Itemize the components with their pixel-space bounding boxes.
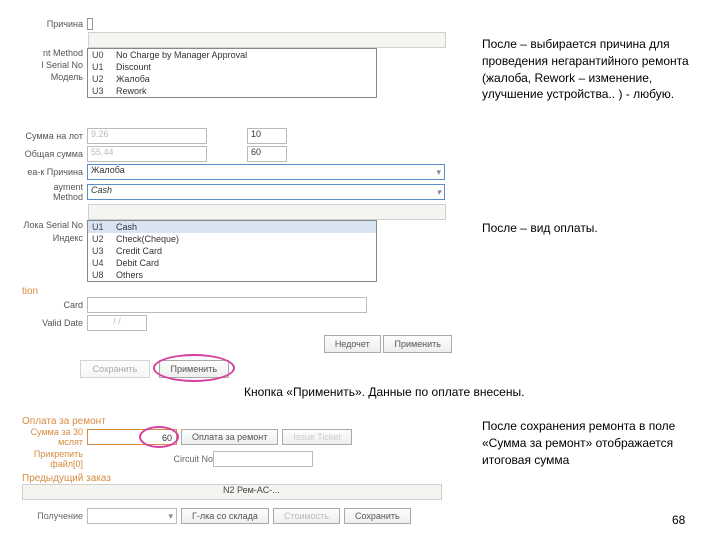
small-box [87, 18, 93, 30]
label-serial: l Serial No [22, 60, 87, 70]
label-circuit: Circuit No [163, 454, 213, 464]
label-card: Card [22, 300, 87, 310]
sum-repair-val: 9.26 [87, 128, 207, 144]
label-engine: Модель [22, 72, 87, 82]
label-sum30: Сумма за 30 мслят [22, 427, 87, 447]
section-prev-order: Предыдущий заказ [22, 473, 462, 484]
header-bar-2 [88, 204, 446, 220]
annotation-sum: После сохранения ремонта в поле «Сумма з… [482, 418, 712, 468]
circuit-input[interactable] [213, 451, 313, 467]
circle-60 [139, 426, 179, 448]
annotation-apply: Кнопка «Применить». Данные по оплате вне… [244, 384, 604, 401]
label-attach: Прикрепить файл[0] [22, 449, 87, 469]
header-bar-3: N2 Рем-AC-... [22, 484, 442, 500]
btn-oplata-remont[interactable]: Оплата за ремонт [181, 429, 278, 445]
reason2-input[interactable]: Жалоба [87, 164, 445, 180]
label-method: nt Method [22, 48, 87, 58]
btn-issue-ticket[interactable]: Issue Ticket [282, 429, 352, 445]
section-oplata: Оплата за ремонт [22, 416, 462, 427]
btn-cost[interactable]: Стоимость [273, 508, 340, 524]
pay-method-input[interactable]: Cash [87, 184, 445, 200]
receive-input[interactable] [87, 508, 177, 524]
label-sum-repair: Сумма на лот [22, 131, 87, 141]
total-sum-val: 55.44 [87, 146, 207, 162]
btn-from-stock[interactable]: Г-лка со склада [181, 508, 269, 524]
card-input[interactable] [87, 297, 367, 313]
btn-save-bottom[interactable]: Сохранить [344, 508, 411, 524]
btn-clear[interactable]: Недочет [324, 335, 381, 353]
label-serial2: Лока Serial No [22, 220, 87, 230]
annotation-reason: После – выбирается причина для проведени… [482, 36, 712, 103]
pay-method-dropdown-list[interactable]: U1Cash U2Check(Cheque) U3Credit Card U4D… [87, 220, 377, 282]
header-bar-1 [88, 32, 446, 48]
section-tion: tion [22, 286, 452, 297]
reason-dropdown-list[interactable]: U0No Charge by Manager Approval U1Discou… [87, 48, 377, 98]
btn-save-mid[interactable]: Сохранить [80, 360, 150, 378]
col-a-val[interactable]: 10 [247, 128, 287, 144]
page-number: 68 [672, 512, 685, 529]
col-b-val[interactable]: 60 [247, 146, 287, 162]
label-total-sum: Общая сумма [22, 149, 87, 159]
label-index: Индекс [22, 233, 87, 243]
label-receive: Получение [22, 511, 87, 521]
label-valid: Valid Date [22, 318, 87, 328]
label-pay-method: ayment Method [22, 182, 87, 202]
valid-input[interactable]: / / [87, 315, 147, 331]
circle-apply [153, 354, 235, 382]
btn-apply-top[interactable]: Применить [383, 335, 452, 353]
annotation-payment: После – вид оплаты. [482, 220, 682, 237]
label-reason: Причина [22, 19, 87, 29]
col-uniq-engineer: N2 Рем-AC-... [223, 485, 280, 495]
label-reason2: еа-к Причина [22, 167, 87, 177]
